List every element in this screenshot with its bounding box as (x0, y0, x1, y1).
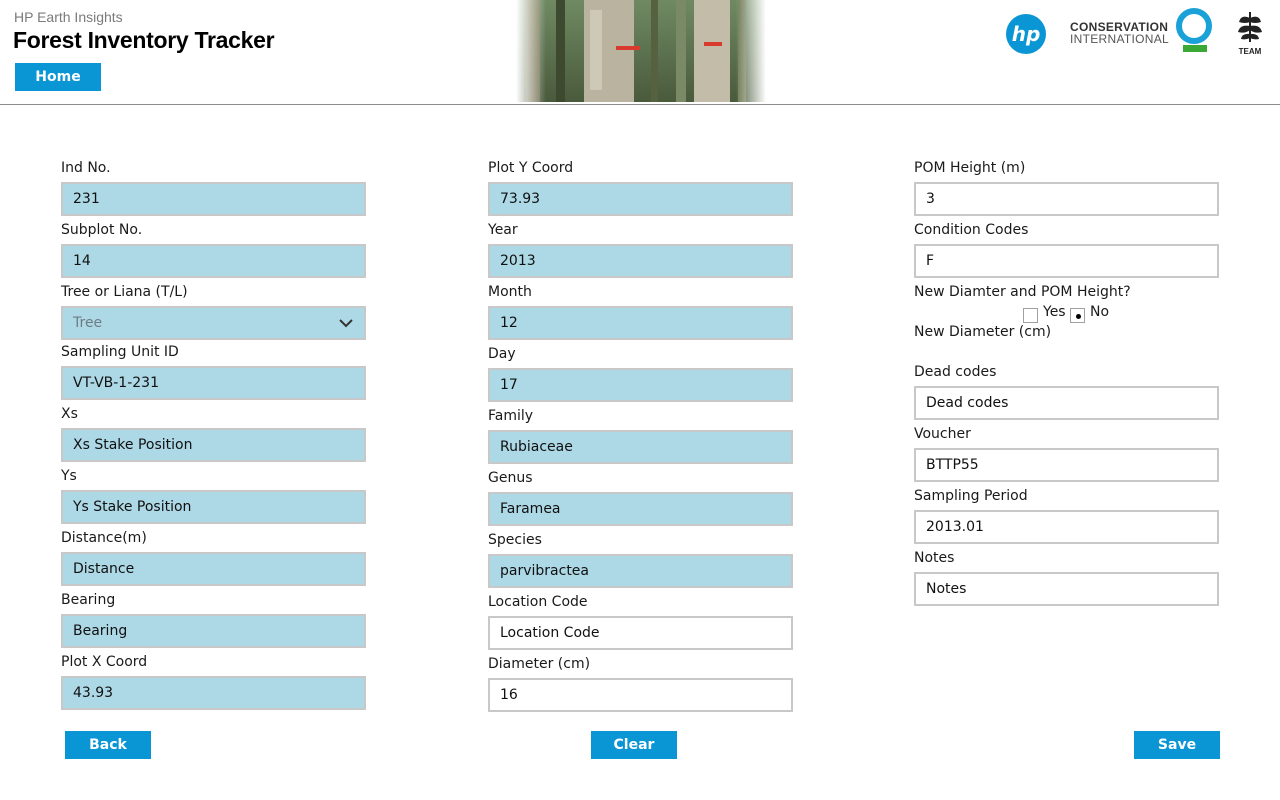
selected-dot-icon (1076, 314, 1081, 319)
distance-field[interactable]: Distance (61, 552, 366, 586)
sampling-unit-id-label: Sampling Unit ID (61, 344, 179, 360)
plot-x-coord-label: Plot X Coord (61, 654, 148, 670)
species-field[interactable]: parvibractea (488, 554, 793, 588)
year-field[interactable]: 2013 (488, 244, 793, 278)
yes-checkbox[interactable] (1023, 308, 1038, 323)
tree-or-liana-select[interactable]: Tree (61, 306, 366, 340)
svg-text:hp: hp (1012, 22, 1041, 46)
voucher-label: Voucher (914, 426, 971, 442)
diameter-label: Diameter (cm) (488, 656, 591, 672)
conservation-international-logo: CONSERVATION INTERNATIONAL (1070, 8, 1216, 56)
pom-height-field[interactable]: 3 (914, 182, 1219, 216)
family-label: Family (488, 408, 534, 424)
notes-label: Notes (914, 550, 955, 566)
no-option-label: No (1090, 304, 1110, 320)
ind-no-label: Ind No. (61, 160, 111, 176)
plot-y-coord-label: Plot Y Coord (488, 160, 574, 176)
dead-codes-label: Dead codes (914, 364, 997, 380)
month-label: Month (488, 284, 532, 300)
genus-label: Genus (488, 470, 533, 486)
save-button[interactable]: Save (1134, 731, 1220, 759)
sampling-unit-id-field[interactable]: VT-VB-1-231 (61, 366, 366, 400)
subplot-no-label: Subplot No. (61, 222, 143, 238)
sampling-period-field[interactable]: 2013.01 (914, 510, 1219, 544)
new-diameter-label: New Diameter (cm) (914, 324, 1052, 340)
back-button[interactable]: Back (65, 731, 151, 759)
plot-x-coord-field[interactable]: 43.93 (61, 676, 366, 710)
bearing-field[interactable]: Bearing (61, 614, 366, 648)
chevron-down-icon (339, 319, 353, 328)
distance-label: Distance(m) (61, 530, 147, 546)
team-logo: TEAM (1235, 8, 1265, 56)
app-subtitle: HP Earth Insights (14, 9, 123, 25)
yes-option-label: Yes (1043, 304, 1066, 320)
xs-field[interactable]: Xs Stake Position (61, 428, 366, 462)
clear-button[interactable]: Clear (591, 731, 677, 759)
xs-label: Xs (61, 406, 78, 422)
dead-codes-field[interactable]: Dead codes (914, 386, 1219, 420)
no-checkbox[interactable] (1070, 308, 1085, 323)
location-code-field[interactable]: Location Code (488, 616, 793, 650)
ys-label: Ys (61, 468, 77, 484)
ys-field[interactable]: Ys Stake Position (61, 490, 366, 524)
genus-field[interactable]: Faramea (488, 492, 793, 526)
notes-field[interactable]: Notes (914, 572, 1219, 606)
location-code-label: Location Code (488, 594, 588, 610)
app-header: HP Earth Insights Forest Inventory Track… (0, 0, 1280, 105)
svg-text:TEAM: TEAM (1239, 47, 1262, 56)
page-title: Forest Inventory Tracker (13, 27, 275, 53)
year-label: Year (488, 222, 518, 238)
voucher-field[interactable]: BTTP55 (914, 448, 1219, 482)
home-button[interactable]: Home (15, 63, 101, 91)
ind-no-field[interactable]: 231 (61, 182, 366, 216)
plot-y-coord-field[interactable]: 73.93 (488, 182, 793, 216)
condition-codes-label: Condition Codes (914, 222, 1029, 238)
pom-height-label: POM Height (m) (914, 160, 1026, 176)
tree-or-liana-label: Tree or Liana (T/L) (61, 284, 188, 300)
month-field[interactable]: 12 (488, 306, 793, 340)
hp-logo: hp (1005, 13, 1047, 55)
new-diameter-question-label: New Diamter and POM Height? (914, 284, 1131, 300)
condition-codes-field[interactable]: F (914, 244, 1219, 278)
day-field[interactable]: 17 (488, 368, 793, 402)
tree-or-liana-selected-value: Tree (73, 315, 103, 331)
subplot-no-field[interactable]: 14 (61, 244, 366, 278)
forest-banner-image (516, 0, 766, 102)
species-label: Species (488, 532, 542, 548)
bearing-label: Bearing (61, 592, 116, 608)
family-field[interactable]: Rubiaceae (488, 430, 793, 464)
ci-logo-text-line2: INTERNATIONAL (1070, 32, 1170, 46)
day-label: Day (488, 346, 516, 362)
sampling-period-label: Sampling Period (914, 488, 1028, 504)
diameter-field[interactable]: 16 (488, 678, 793, 712)
